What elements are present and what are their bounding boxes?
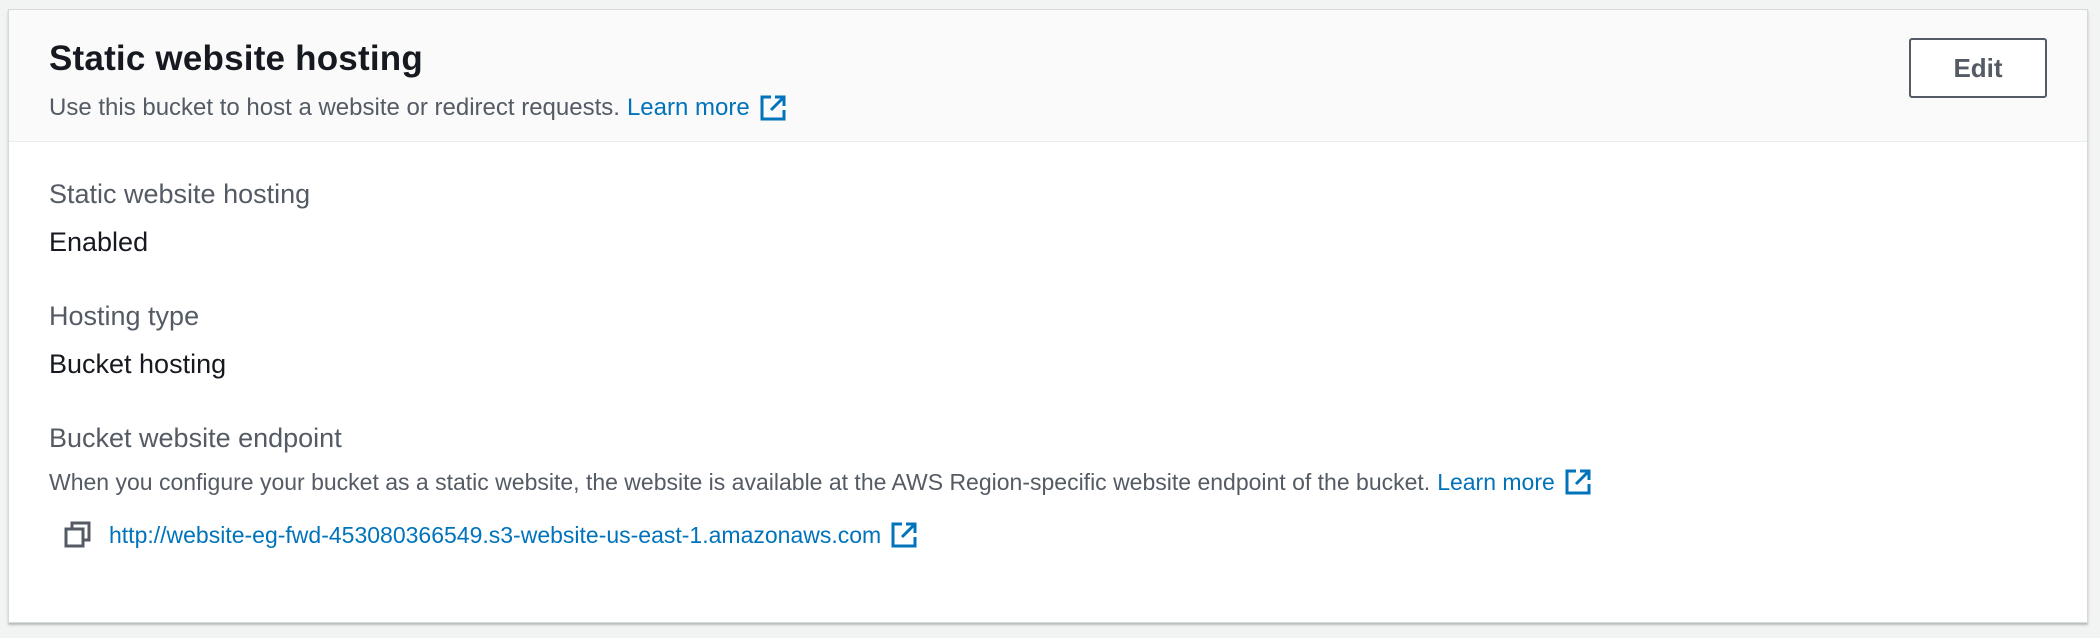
- learn-more-link[interactable]: Learn more: [627, 92, 788, 124]
- endpoint-row: http://website-eg-fwd-453080366549.s3-we…: [49, 520, 2047, 550]
- endpoint-url-link[interactable]: http://website-eg-fwd-453080366549.s3-we…: [109, 520, 919, 550]
- external-link-icon: [1565, 469, 1591, 495]
- field-description: When you configure your bucket as a stat…: [49, 466, 2047, 498]
- learn-more-label: Learn more: [1437, 469, 1555, 495]
- copy-icon[interactable]: [63, 520, 93, 550]
- field-bucket-website-endpoint: Bucket website endpoint When you configu…: [49, 420, 2047, 550]
- panel-title: Static website hosting: [49, 39, 423, 78]
- static-website-hosting-panel: Static website hosting Use this bucket t…: [8, 9, 2088, 623]
- panel-description-text: Use this bucket to host a website or red…: [49, 94, 620, 121]
- endpoint-learn-more-link[interactable]: Learn more: [1437, 466, 1593, 498]
- field-label: Hosting type: [49, 301, 200, 331]
- panel-body: Static website hosting Enabled Hosting t…: [9, 142, 2087, 550]
- external-link-icon: [891, 522, 917, 548]
- panel-header: Static website hosting Use this bucket t…: [9, 10, 2087, 142]
- edit-button[interactable]: Edit: [1909, 38, 2047, 98]
- learn-more-label: Learn more: [626, 94, 750, 121]
- field-value: Bucket hosting: [49, 349, 227, 379]
- endpoint-description-text: When you configure your bucket as a stat…: [49, 469, 1431, 495]
- external-link-icon: [760, 95, 786, 121]
- panel-description: Use this bucket to host a website or red…: [49, 92, 2047, 124]
- field-static-website-hosting: Static website hosting Enabled: [49, 176, 2047, 260]
- endpoint-url: http://website-eg-fwd-453080366549.s3-we…: [109, 521, 882, 548]
- field-label: Static website hosting: [49, 179, 311, 209]
- field-label: Bucket website endpoint: [49, 423, 342, 453]
- field-value: Enabled: [49, 227, 149, 257]
- field-hosting-type: Hosting type Bucket hosting: [49, 298, 2047, 382]
